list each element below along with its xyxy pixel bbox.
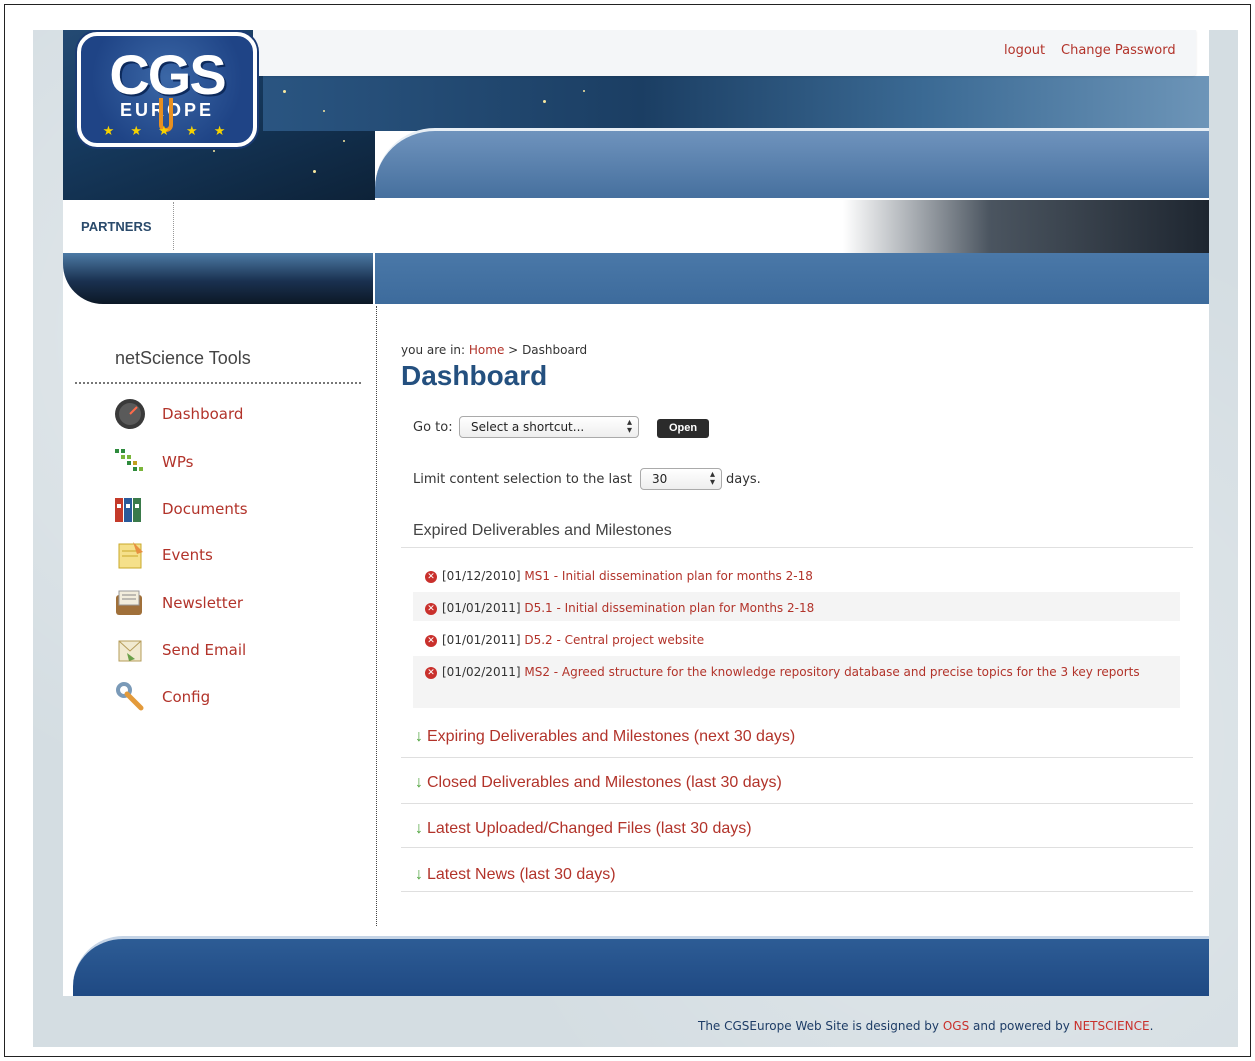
sidebar-item-send-email[interactable]: Send Email	[111, 632, 361, 668]
header-lower-band	[375, 253, 1209, 304]
expired-icon: ✕	[425, 571, 437, 583]
cgs-europe-logo[interactable]: CGS EUROPE ★ ★ ★ ★ ★	[77, 32, 257, 147]
expired-heading: Expired Deliverables and Milestones	[401, 522, 1193, 548]
days-select-value: 30	[652, 472, 668, 486]
city-light	[323, 110, 325, 112]
sidebar-item-config[interactable]: Config	[111, 679, 361, 715]
header-topbar	[253, 30, 1196, 76]
select-arrows-icon: ▴ ▾	[709, 469, 715, 488]
expired-row[interactable]: ✕ [01/01/2011] D5.1 - Initial disseminati…	[413, 592, 1180, 621]
footer-powered-link[interactable]: NETSCIENCE	[1074, 1019, 1150, 1033]
footer-wave	[73, 936, 1209, 996]
sidebar-item-label: WPs	[162, 453, 194, 471]
section-label: Expiring Deliverables and Milestones (ne…	[427, 728, 796, 745]
dashboard-icon	[111, 396, 149, 432]
city-light	[283, 90, 286, 93]
row-text: MS2 - Agreed structure for the knowledge…	[524, 665, 1140, 679]
city-light	[343, 140, 345, 142]
breadcrumb: you are in: Home > Dashboard	[401, 343, 587, 357]
header-earth-strip	[263, 76, 1209, 131]
down-arrow-icon: ↓	[415, 820, 423, 837]
config-icon	[111, 679, 149, 715]
section-files[interactable]: ↓ Latest Uploaded/Changed Files (last 30 …	[401, 806, 1193, 848]
shortcut-select[interactable]: Select a shortcut... ▴ ▾	[459, 416, 639, 438]
breadcrumb-separator: >	[508, 343, 519, 357]
page-container: CGS EUROPE ★ ★ ★ ★ ★ logout Change Passw…	[63, 30, 1209, 996]
expired-row[interactable]: ✕ [01/12/2010] MS1 - Initial disseminatio…	[413, 560, 1180, 589]
section-label: Latest Uploaded/Changed Files (last 30 d…	[427, 820, 752, 837]
expired-row[interactable]: ✕ [01/01/2011] D5.2 - Central project web…	[413, 624, 1180, 653]
breadcrumb-home-link[interactable]: Home	[469, 343, 504, 357]
shortcut-select-value: Select a shortcut...	[471, 420, 585, 434]
logout-link[interactable]: logout	[1004, 43, 1045, 58]
city-light	[313, 170, 316, 173]
section-label: Latest News (last 30 days)	[427, 866, 616, 883]
sidebar-title: netScience Tools	[115, 348, 251, 368]
goto-label: Go to:	[413, 420, 453, 435]
header-lower-earth	[63, 253, 373, 304]
row-date: [01/12/2010]	[442, 569, 521, 583]
footer-credits: The CGSEurope Web Site is designed by OG…	[698, 1019, 1153, 1033]
nav-separator	[173, 202, 174, 250]
sidebar-item-label: Documents	[162, 500, 248, 518]
sidebar-item-label: Newsletter	[162, 594, 244, 612]
sidebar-item-label: Dashboard	[162, 405, 244, 423]
expired-icon: ✕	[425, 635, 437, 647]
row-text: MS1 - Initial dissemination plan for mon…	[524, 569, 813, 583]
expired-icon: ✕	[425, 603, 437, 615]
breadcrumb-prefix: you are in:	[401, 343, 466, 357]
expired-row[interactable]: ✕ [01/02/2011] MS2 - Agreed structure for…	[413, 656, 1180, 708]
section-label: Closed Deliverables and Milestones (last…	[427, 774, 782, 791]
page-title: Dashboard	[401, 360, 548, 391]
row-date: [01/02/2011]	[442, 665, 521, 679]
nav-earth-fade	[843, 200, 1209, 253]
sidebar-item-label: Send Email	[162, 641, 247, 659]
down-arrow-icon: ↓	[415, 728, 423, 745]
newsletter-icon	[111, 585, 149, 621]
city-light	[543, 100, 546, 103]
footer-middle: and powered by	[973, 1019, 1070, 1033]
logo-stars: ★ ★ ★ ★ ★	[102, 124, 232, 139]
send-email-icon	[111, 632, 149, 668]
section-expiring[interactable]: ↓ Expiring Deliverables and Milestones (n…	[401, 716, 1193, 758]
nav-partners[interactable]: PARTNERS	[81, 219, 152, 234]
section-news[interactable]: ↓ Latest News (last 30 days)	[401, 850, 1193, 892]
sidebar-item-documents[interactable]: Documents	[111, 491, 361, 527]
header-wave	[375, 128, 1209, 198]
sidebar-item-newsletter[interactable]: Newsletter	[111, 585, 361, 621]
city-light	[583, 90, 585, 92]
footer-prefix: The CGSEurope Web Site is designed by	[698, 1019, 940, 1033]
open-button[interactable]: Open	[657, 419, 709, 438]
days-select[interactable]: 30 ▴ ▾	[640, 468, 722, 490]
breadcrumb-current: Dashboard	[522, 343, 588, 357]
sidebar-item-wps[interactable]: WPs	[111, 444, 361, 480]
change-password-link[interactable]: Change Password	[1061, 43, 1176, 58]
footer-designer-link[interactable]: OGS	[943, 1019, 969, 1033]
days-label: days.	[726, 472, 761, 487]
city-light	[213, 150, 215, 152]
down-arrow-icon: ↓	[415, 866, 423, 883]
sidebar-rule	[75, 382, 361, 384]
section-closed[interactable]: ↓ Closed Deliverables and Milestones (las…	[401, 760, 1193, 804]
row-text: D5.2 - Central project website	[524, 633, 705, 647]
select-arrows-icon: ▴ ▾	[626, 417, 632, 436]
limit-label: Limit content selection to the last	[413, 472, 632, 487]
events-icon	[111, 537, 149, 573]
sidebar-item-dashboard[interactable]: Dashboard	[111, 396, 361, 432]
open-button-label: Open	[668, 422, 698, 434]
expired-icon: ✕	[425, 667, 437, 679]
wps-icon	[111, 444, 149, 480]
sidebar-item-label: Events	[162, 546, 213, 564]
row-date: [01/01/2011]	[442, 601, 521, 615]
sidebar-divider	[376, 306, 377, 926]
sidebar-item-label: Config	[162, 688, 211, 706]
sidebar-item-events[interactable]: Events	[111, 537, 361, 573]
row-text: D5.1 - Initial dissemination plan for Mo…	[524, 601, 815, 615]
documents-icon	[111, 491, 149, 527]
footer-suffix: .	[1149, 1019, 1154, 1033]
row-date: [01/01/2011]	[442, 633, 521, 647]
down-arrow-icon: ↓	[415, 774, 423, 791]
